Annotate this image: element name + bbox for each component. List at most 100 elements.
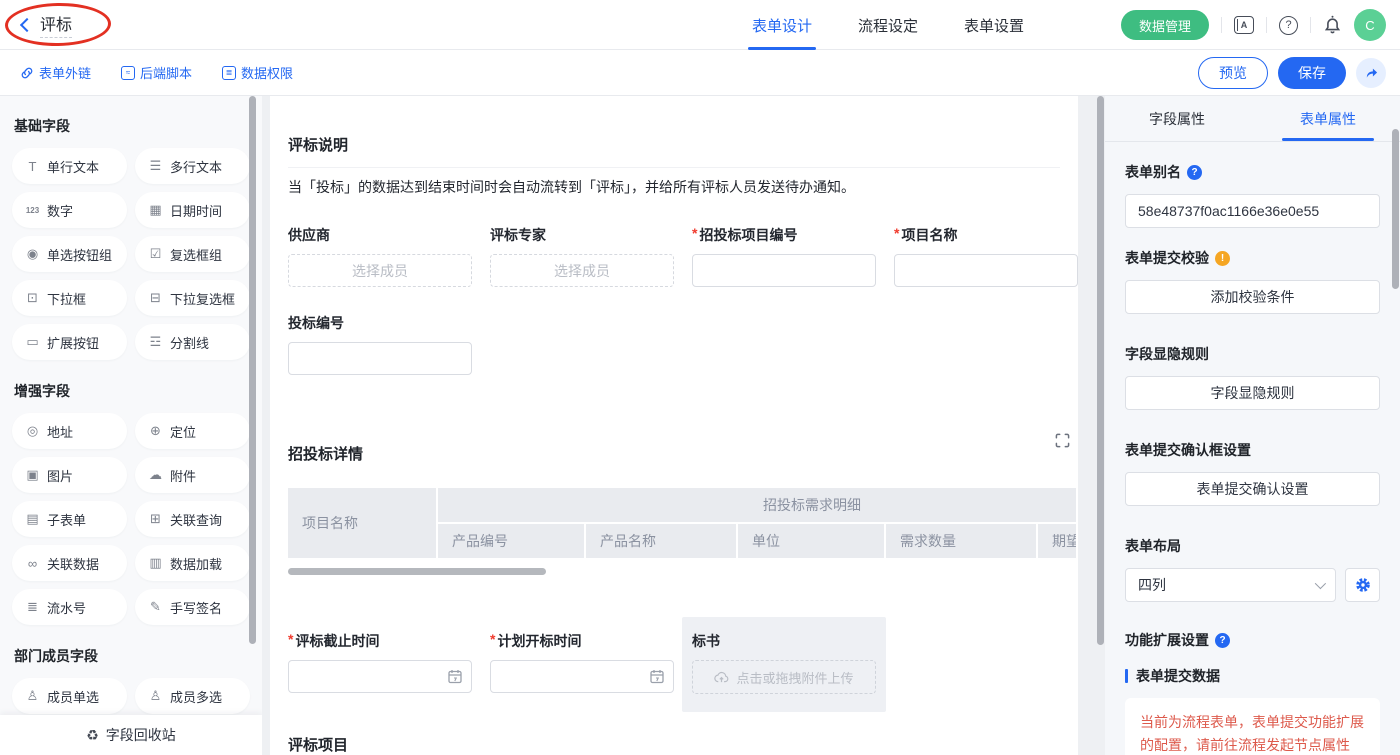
help-icon[interactable]: ? bbox=[1279, 16, 1298, 35]
toolbar-actions: 预览 保存 bbox=[1198, 57, 1386, 89]
calendar-icon bbox=[650, 669, 664, 687]
field-bid-document[interactable]: 标书 点击或拖拽附件上传 bbox=[682, 617, 886, 712]
tab-form-setting[interactable]: 表单设置 bbox=[964, 0, 1024, 50]
canvas-scrollbar[interactable] bbox=[1097, 96, 1104, 645]
field-item-serial-number[interactable]: ≣流水号 bbox=[12, 589, 127, 625]
field-item-location[interactable]: ⊕定位 bbox=[135, 413, 250, 449]
expert-member-picker[interactable]: 选择成员 bbox=[490, 254, 674, 287]
attachment-upload-button[interactable]: 点击或拖拽附件上传 bbox=[692, 660, 876, 694]
properties-panel: 字段属性 表单属性 表单别名 ? 表单提交校验 ! 添加校验条件 字段显隐规则 … bbox=[1105, 96, 1400, 755]
field-item-image[interactable]: ▣图片 bbox=[12, 457, 127, 493]
field-open-time[interactable]: *计划开标时间 bbox=[490, 631, 674, 694]
field-item-linked-data[interactable]: ∞关联数据 bbox=[12, 545, 127, 581]
field-item-multi-line-text[interactable]: ☰多行文本 bbox=[135, 148, 250, 184]
field-item-radio-group[interactable]: ◉单选按钮组 bbox=[12, 236, 127, 272]
open-time-input[interactable] bbox=[490, 660, 674, 693]
tab-field-properties[interactable]: 字段属性 bbox=[1149, 96, 1205, 141]
required-mark: * bbox=[692, 225, 697, 241]
data-manage-button[interactable]: 数据管理 bbox=[1121, 10, 1209, 40]
expand-icon[interactable] bbox=[1055, 433, 1070, 451]
supplier-member-picker[interactable]: 选择成员 bbox=[288, 254, 472, 287]
divider bbox=[1266, 17, 1267, 33]
form-alias-input[interactable] bbox=[1125, 194, 1380, 228]
save-button[interactable]: 保存 bbox=[1278, 57, 1346, 89]
back-button[interactable]: 评标 bbox=[16, 11, 72, 38]
field-item-checkbox-group[interactable]: ☑复选框组 bbox=[135, 236, 250, 272]
form-layout-select[interactable]: 四列 bbox=[1125, 568, 1336, 602]
tab-form-properties[interactable]: 表单属性 bbox=[1300, 96, 1356, 141]
number-icon: 123 bbox=[25, 206, 40, 215]
notice-title: 评标说明 bbox=[288, 134, 1078, 155]
tab-flow-setting[interactable]: 流程设定 bbox=[858, 0, 918, 50]
project-no-input[interactable] bbox=[692, 254, 876, 287]
share-button[interactable] bbox=[1356, 58, 1386, 88]
field-item-signature[interactable]: ✎手写签名 bbox=[135, 589, 250, 625]
field-project-name[interactable]: *项目名称 bbox=[894, 225, 1078, 287]
bell-icon[interactable] bbox=[1323, 15, 1342, 35]
field-item-divider[interactable]: ☲分割线 bbox=[135, 324, 250, 360]
question-icon[interactable]: ? bbox=[1187, 165, 1202, 180]
data-load-icon: ▥ bbox=[148, 555, 163, 571]
submit-confirm-button[interactable]: 表单提交确认设置 bbox=[1125, 472, 1380, 506]
tab-form-design[interactable]: 表单设计 bbox=[752, 0, 812, 50]
divider-icon: ☲ bbox=[148, 334, 163, 350]
calendar-icon bbox=[448, 669, 462, 687]
form-external-link[interactable]: 表单外链 bbox=[20, 63, 91, 82]
field-item-member-multi[interactable]: ♙成员多选 bbox=[135, 678, 250, 714]
serial-number-icon: ≣ bbox=[25, 599, 40, 615]
field-item-member-single[interactable]: ♙成员单选 bbox=[12, 678, 127, 714]
field-bid-no[interactable]: 投标编号 bbox=[288, 313, 472, 375]
section-title-member-fields: 部门成员字段 bbox=[14, 646, 250, 666]
section-title-basic-fields: 基础字段 bbox=[14, 116, 250, 136]
backend-script-link[interactable]: ≈ 后端脚本 bbox=[121, 63, 192, 82]
recycle-icon: ♻ bbox=[86, 727, 99, 744]
field-item-address[interactable]: ◎地址 bbox=[12, 413, 127, 449]
detail-section-header: 招投标详情 bbox=[288, 409, 1078, 464]
field-recycle-bin[interactable]: ♻ 字段回收站 bbox=[0, 715, 262, 755]
panel-scrollbar[interactable] bbox=[1392, 129, 1399, 289]
layout-settings-button[interactable] bbox=[1345, 568, 1380, 602]
field-item-extend-button[interactable]: ▭扩展按钮 bbox=[12, 324, 127, 360]
detail-col-project-name: 项目名称 bbox=[288, 488, 436, 558]
detail-table-hscrollbar[interactable] bbox=[288, 568, 546, 575]
warning-icon: ! bbox=[1215, 251, 1230, 266]
share-icon bbox=[1364, 66, 1379, 80]
field-item-datetime[interactable]: ▦日期时间 bbox=[135, 192, 250, 228]
field-library-sidebar: 基础字段 T单行文本 ☰多行文本 123数字 ▦日期时间 ◉单选按钮组 ☑复选框… bbox=[0, 96, 262, 755]
preview-button[interactable]: 预览 bbox=[1198, 57, 1268, 89]
field-visibility-button[interactable]: 字段显隐规则 bbox=[1125, 376, 1380, 410]
field-supplier[interactable]: 供应商 选择成员 bbox=[288, 225, 472, 287]
field-item-multi-select[interactable]: ⊟下拉复选框 bbox=[135, 280, 250, 316]
address-book-icon[interactable]: A bbox=[1234, 16, 1254, 34]
question-icon[interactable]: ? bbox=[1215, 633, 1230, 648]
add-validate-condition-button[interactable]: 添加校验条件 bbox=[1125, 280, 1380, 314]
sidebar-scrollbar[interactable] bbox=[249, 96, 256, 644]
detail-title: 招投标详情 bbox=[288, 443, 363, 464]
data-permission-link[interactable]: ≣ 数据权限 bbox=[222, 63, 293, 82]
field-deadline[interactable]: *评标截止时间 bbox=[288, 631, 472, 694]
deadline-input[interactable] bbox=[288, 660, 472, 693]
field-project-no[interactable]: *招投标项目编号 bbox=[692, 225, 876, 287]
form-canvas: 评标说明 当「投标」的数据达到结束时间时会自动流转到「评标」，并给所有评标人员发… bbox=[270, 96, 1078, 755]
form-layout-row: 四列 bbox=[1125, 568, 1380, 602]
detail-col-product-name: 产品名称 bbox=[586, 524, 736, 558]
signature-icon: ✎ bbox=[148, 599, 163, 615]
avatar[interactable]: C bbox=[1354, 9, 1386, 41]
field-item-number[interactable]: 123数字 bbox=[12, 192, 127, 228]
field-item-lookup-query[interactable]: ⊞关联查询 bbox=[135, 501, 250, 537]
back-icon bbox=[20, 17, 34, 31]
bid-no-input[interactable] bbox=[288, 342, 472, 375]
field-item-select[interactable]: ⊡下拉框 bbox=[12, 280, 127, 316]
submit-data-warning: 当前为流程表单，表单提交功能扩展的配置，请前往流程发起节点属性 bbox=[1125, 698, 1380, 755]
header-right-cluster: 数据管理 A ? C bbox=[1121, 0, 1386, 50]
page-title: 评标 bbox=[40, 11, 72, 38]
field-item-attachment[interactable]: ☁附件 bbox=[135, 457, 250, 493]
attachment-icon: ☁ bbox=[148, 467, 163, 483]
eval-section: 评标项目 评估项 评分详情及标准 最高分 投标内容概述 bbox=[288, 734, 1078, 755]
field-item-data-load[interactable]: ▥数据加载 bbox=[135, 545, 250, 581]
field-item-subform[interactable]: ▤子表单 bbox=[12, 501, 127, 537]
field-expert[interactable]: 评标专家 选择成员 bbox=[490, 225, 674, 287]
detail-col-quantity: 需求数量 bbox=[886, 524, 1036, 558]
project-name-input[interactable] bbox=[894, 254, 1078, 287]
field-item-single-line-text[interactable]: T单行文本 bbox=[12, 148, 127, 184]
